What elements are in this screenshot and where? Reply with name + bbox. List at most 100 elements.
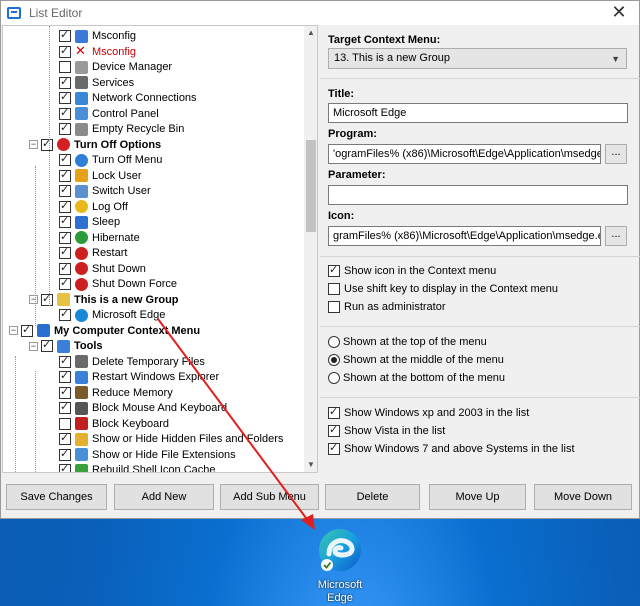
radio-button[interactable] bbox=[328, 336, 340, 348]
tree-item[interactable]: Lock User bbox=[59, 168, 142, 184]
tree-item[interactable]: Shut Down bbox=[59, 261, 146, 277]
title-field[interactable]: Microsoft Edge bbox=[328, 103, 628, 123]
tree-item-checkbox[interactable] bbox=[59, 245, 71, 259]
tree-item[interactable]: ✕ Msconfig bbox=[59, 44, 136, 60]
tree-item-checkbox[interactable] bbox=[59, 152, 71, 166]
collapse-icon[interactable]: − bbox=[29, 295, 38, 304]
tree-item[interactable]: Device Manager bbox=[59, 59, 172, 75]
tree-item[interactable]: − My Computer Context Menu bbox=[9, 323, 200, 339]
tree-item[interactable]: Delete Temporary Files bbox=[59, 354, 205, 370]
tree-item-checkbox[interactable] bbox=[59, 183, 71, 197]
tree-item-checkbox[interactable] bbox=[59, 44, 71, 58]
parameter-field[interactable] bbox=[328, 185, 628, 205]
menu-option[interactable]: Show icon in the Context menu bbox=[328, 263, 496, 277]
checkbox[interactable] bbox=[328, 405, 340, 419]
tree-item[interactable]: − This is a new Group bbox=[29, 292, 179, 308]
device-manager-icon bbox=[75, 60, 88, 74]
tree-item[interactable]: Services bbox=[59, 75, 134, 91]
tree-item-checkbox[interactable] bbox=[59, 462, 71, 472]
tree-item-checkbox[interactable] bbox=[59, 369, 71, 383]
checkbox[interactable] bbox=[328, 263, 340, 277]
scroll-thumb[interactable] bbox=[306, 140, 316, 232]
desktop-icon-microsoft-edge[interactable]: Microsoft Edge bbox=[305, 527, 375, 605]
tree-item[interactable]: Show or Hide File Extensions bbox=[59, 447, 236, 463]
position-option[interactable]: Shown at the top of the menu bbox=[328, 336, 487, 348]
tree-item[interactable]: Hibernate bbox=[59, 230, 140, 246]
checkbox[interactable] bbox=[328, 423, 340, 437]
program-field[interactable]: 'ogramFiles% (x86)\Microsoft\Edge\Applic… bbox=[328, 144, 601, 164]
tree-item-checkbox[interactable] bbox=[59, 385, 71, 399]
icon-browse-button[interactable]: ... bbox=[605, 226, 627, 246]
tree-item-checkbox[interactable] bbox=[41, 292, 53, 306]
tree-item-checkbox[interactable] bbox=[59, 28, 71, 42]
collapse-icon[interactable]: − bbox=[29, 140, 38, 149]
tree-item-checkbox[interactable] bbox=[59, 417, 71, 430]
scroll-up-icon[interactable]: ▲ bbox=[304, 26, 317, 40]
tree-item[interactable]: Restart Windows Explorer bbox=[59, 369, 219, 385]
collapse-icon[interactable]: − bbox=[29, 341, 38, 351]
close-button[interactable]: ✕ bbox=[599, 1, 639, 25]
tree-item[interactable]: Empty Recycle Bin bbox=[59, 121, 184, 137]
tree-item-checkbox[interactable] bbox=[59, 214, 71, 228]
tree-item[interactable]: Reduce Memory bbox=[59, 385, 173, 401]
position-option[interactable]: Shown at the bottom of the menu bbox=[328, 372, 505, 384]
checkbox[interactable] bbox=[328, 283, 340, 295]
system-option[interactable]: Show Windows xp and 2003 in the list bbox=[328, 405, 529, 419]
position-option[interactable]: Shown at the middle of the menu bbox=[328, 354, 504, 366]
radio-button[interactable] bbox=[328, 372, 340, 384]
target-menu-dropdown[interactable]: 13. This is a new Group ▼ bbox=[328, 48, 627, 69]
tree-item[interactable]: Log Off bbox=[59, 199, 128, 215]
tree-item-checkbox[interactable] bbox=[59, 447, 71, 461]
icon-field[interactable]: gramFiles% (x86)\Microsoft\Edge\Applicat… bbox=[328, 226, 601, 246]
tree-item-checkbox[interactable] bbox=[59, 354, 71, 368]
menu-option[interactable]: Use shift key to display in the Context … bbox=[328, 283, 558, 295]
tree-item-checkbox[interactable] bbox=[59, 307, 71, 321]
tree-item-checkbox[interactable] bbox=[59, 121, 71, 135]
tree-item[interactable]: Network Connections bbox=[59, 90, 197, 106]
tree-item-checkbox[interactable] bbox=[59, 90, 71, 104]
tree-item[interactable]: Shut Down Force bbox=[59, 276, 177, 292]
tree-item-checkbox[interactable] bbox=[59, 61, 71, 73]
tree-item-checkbox[interactable] bbox=[59, 168, 71, 182]
tree-item[interactable]: Control Panel bbox=[59, 106, 159, 122]
tree-item-checkbox[interactable] bbox=[59, 106, 71, 120]
tree-item-checkbox[interactable] bbox=[59, 75, 71, 89]
checkbox[interactable] bbox=[328, 301, 340, 313]
tree-item[interactable]: − Tools bbox=[29, 338, 103, 354]
tree-item[interactable]: Msconfig bbox=[59, 28, 136, 44]
context-menu-tree[interactable]: ▲ ▼ Msconfig ✕ Msconfig Device Manager Servi… bbox=[2, 25, 318, 473]
collapse-icon[interactable]: − bbox=[9, 326, 18, 335]
system-option[interactable]: Show Vista in the list bbox=[328, 423, 445, 437]
scroll-down-icon[interactable]: ▼ bbox=[304, 458, 317, 472]
tree-item[interactable]: Turn Off Menu bbox=[59, 152, 162, 168]
add-new-button[interactable]: Add New bbox=[114, 484, 214, 510]
move-up-button[interactable]: Move Up bbox=[429, 484, 526, 510]
tree-item[interactable]: Show or Hide Hidden Files and Folders bbox=[59, 431, 283, 447]
tree-item-checkbox[interactable] bbox=[59, 400, 71, 414]
tree-item[interactable]: Restart bbox=[59, 245, 127, 261]
tree-item-checkbox[interactable] bbox=[41, 338, 53, 352]
tree-item-checkbox[interactable] bbox=[21, 323, 33, 337]
program-browse-button[interactable]: ... bbox=[605, 144, 627, 164]
tree-item[interactable]: Sleep bbox=[59, 214, 120, 230]
delete-button[interactable]: Delete bbox=[325, 484, 420, 510]
save-changes-button[interactable]: Save Changes bbox=[6, 484, 107, 510]
tree-item[interactable]: Block Mouse And Keyboard bbox=[59, 400, 227, 416]
add-sub-menu-button[interactable]: Add Sub Menu bbox=[220, 484, 319, 510]
tree-item-checkbox[interactable] bbox=[41, 137, 53, 151]
tree-item[interactable]: Block Keyboard bbox=[59, 416, 169, 432]
tree-item[interactable]: Rebuild Shell Icon Cache bbox=[59, 462, 216, 472]
tree-item-checkbox[interactable] bbox=[59, 199, 71, 213]
tree-item-checkbox[interactable] bbox=[59, 276, 71, 290]
tree-item-checkbox[interactable] bbox=[59, 230, 71, 244]
radio-button[interactable] bbox=[328, 354, 340, 366]
checkbox[interactable] bbox=[328, 441, 340, 455]
menu-option[interactable]: Run as administrator bbox=[328, 301, 446, 313]
tree-item-checkbox[interactable] bbox=[59, 261, 71, 275]
tree-scrollbar[interactable]: ▲ ▼ bbox=[304, 26, 317, 472]
tree-item-checkbox[interactable] bbox=[59, 431, 71, 445]
tree-item[interactable]: Microsoft Edge bbox=[59, 307, 165, 323]
system-option[interactable]: Show Windows 7 and above Systems in the … bbox=[328, 441, 575, 455]
tree-item[interactable]: Switch User bbox=[59, 183, 151, 199]
move-down-button[interactable]: Move Down bbox=[534, 484, 632, 510]
